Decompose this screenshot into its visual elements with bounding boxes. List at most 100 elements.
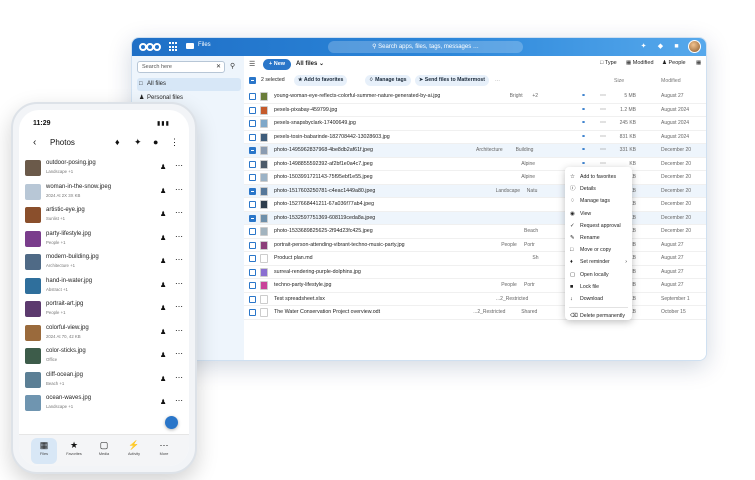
share-icon[interactable]: ♟ — [160, 187, 166, 195]
share-icon[interactable]: ⚭ — [581, 106, 586, 113]
table-row[interactable]: young-woman-eye-reflects-colorful-summer… — [244, 90, 706, 104]
more-icon[interactable]: ⋯ — [175, 232, 183, 241]
nextcloud-logo[interactable] — [139, 41, 161, 53]
menu-item-manage-tags[interactable]: ♢ Manage tags — [565, 195, 632, 207]
row-checkbox[interactable] — [249, 187, 256, 195]
row-checkbox[interactable] — [249, 106, 256, 114]
list-item[interactable]: portrait-art.jpg People +1 ♟ ⋯ — [25, 299, 183, 323]
share-icon[interactable]: ♟ — [160, 234, 166, 242]
filter-people-button[interactable]: ♟ People — [662, 60, 686, 66]
breadcrumb[interactable]: All files ⌄ — [296, 60, 324, 67]
row-checkbox[interactable] — [249, 174, 256, 181]
table-row[interactable]: Product plan.mdSh⚭⋯KBAugust 27 — [244, 252, 706, 266]
file-name[interactable]: photo-1503991721143-75f95ebf1e55.jpeg — [274, 174, 373, 180]
table-row[interactable]: pexels-tosin-babarinde-182708442-1302860… — [244, 131, 706, 144]
files-app-icon[interactable] — [186, 43, 194, 49]
toggle-sidebar-icon[interactable]: ☰ — [249, 60, 255, 68]
file-name[interactable]: Test spreadsheet.xlsx — [274, 296, 325, 302]
user-avatar[interactable] — [688, 40, 701, 53]
table-row[interactable]: photo-1498855592392-af2bf1e0a4c7.jpeg Alp… — [244, 158, 706, 171]
share-icon[interactable]: ♟ — [160, 210, 166, 218]
share-icon[interactable]: ⚭ — [581, 146, 586, 153]
file-name[interactable]: young-woman-eye-reflects-colorful-summer… — [274, 93, 440, 99]
share-icon[interactable]: ♟ — [160, 375, 166, 383]
list-item[interactable]: party-lifestyle.jpg People +1 ♟ ⋯ — [25, 229, 183, 253]
sidebar-search-input[interactable]: Search here ✕ — [137, 61, 225, 73]
menu-item-rename[interactable]: ✎ Rename — [565, 232, 632, 244]
row-actions-icon[interactable]: ⋯ — [600, 160, 606, 167]
more-icon[interactable]: ⋯ — [175, 373, 183, 382]
file-name[interactable]: pexels-tosin-babarinde-182708442-1302860… — [274, 134, 390, 140]
select-all-checkbox[interactable] — [249, 77, 256, 84]
row-checkbox[interactable] — [249, 147, 256, 154]
share-icon[interactable]: ♟ — [160, 281, 166, 289]
share-icon[interactable]: ♟ — [160, 163, 166, 171]
assistant-icon[interactable]: ✦ — [638, 41, 649, 52]
file-name[interactable]: photo-1533689825625-2f94d23fc425.jpeg — [274, 228, 373, 234]
table-row[interactable]: photo-1503991721143-75f95ebf1e55.jpeg Alp… — [244, 171, 706, 185]
file-name[interactable]: photo-1495962837968-4be8db2af61f.jpeg — [274, 147, 373, 153]
tab-favorites[interactable]: ★ Favorites — [61, 438, 87, 464]
list-item[interactable]: woman-in-the-snow.jpeg 2024 At 2X 3X KB ♟ ⋯ — [25, 182, 183, 206]
table-row[interactable]: pexels-snapsbyclark-17400649.jpg ⚭ ⋯ 245 KB… — [244, 117, 706, 131]
row-checkbox[interactable] — [249, 295, 256, 303]
table-row[interactable]: surreal-rendering-purple-dolphins.jpg⚭⋯M… — [244, 266, 706, 279]
table-row[interactable]: photo-1532597751369-608119ceda8a.jpeg⚭⋯K… — [244, 211, 706, 225]
share-icon[interactable]: ♟ — [160, 257, 166, 265]
menu-item-move-or-copy[interactable]: □ Move or copy — [565, 244, 632, 256]
add-fab-button[interactable] — [165, 416, 178, 429]
table-row[interactable]: photo-1533689825625-2f94d23fc425.jpeg Bea… — [244, 225, 706, 239]
back-arrow-icon[interactable]: ‹ — [33, 137, 36, 148]
table-row[interactable]: The Water Conservation Project overview.… — [244, 306, 706, 320]
row-checkbox[interactable] — [249, 120, 256, 127]
share-icon[interactable]: ♟ — [160, 351, 166, 359]
file-name[interactable]: pexels-snapsbyclark-17400649.jpg — [274, 120, 356, 126]
row-actions-icon[interactable]: ⋯ — [600, 146, 606, 153]
row-checkbox[interactable] — [249, 201, 256, 208]
table-row[interactable]: Test spreadsheet.xlsx...2_Restricted⚭⋯6 … — [244, 293, 706, 306]
share-icon[interactable]: ⚭ — [581, 119, 586, 126]
selection-more-icon[interactable]: ⋯ — [495, 78, 500, 84]
table-row[interactable]: pexels-pixabay-459799.jpg ⚭ ⋯ 1.2 MB August … — [244, 104, 706, 117]
more-icon[interactable]: ⋯ — [175, 279, 183, 288]
more-icon[interactable]: ⋯ — [175, 208, 183, 217]
new-button[interactable]: + New — [263, 59, 291, 70]
notifications-icon[interactable]: ♦ — [115, 137, 120, 147]
file-name[interactable]: photo-1517603250781-c4eac1449a80.jpeg — [274, 188, 375, 194]
share-icon[interactable]: ♟ — [160, 304, 166, 312]
row-checkbox[interactable] — [249, 255, 256, 262]
size-column-header[interactable]: Size — [614, 78, 624, 84]
file-name[interactable]: techno-party-lifestyle.jpg — [274, 282, 331, 288]
sidebar-item-all-files[interactable]: □ All files — [137, 78, 241, 91]
file-name[interactable]: pexels-pixabay-459799.jpg — [274, 107, 337, 113]
table-row[interactable]: photo-1495962837968-4be8db2af61f.jpeg Bui… — [244, 144, 706, 158]
table-row[interactable]: portrait-person-attending-vibrant-techno… — [244, 239, 706, 252]
filter-modified-button[interactable]: ▦ Modified — [626, 60, 654, 66]
filter-type-button[interactable]: □ Type — [600, 60, 617, 66]
row-checkbox[interactable] — [249, 309, 256, 316]
sidebar-search-icon[interactable]: ⚲ — [230, 62, 235, 70]
more-icon[interactable]: ⋯ — [175, 255, 183, 264]
row-checkbox[interactable] — [249, 160, 256, 168]
clear-search-icon[interactable]: ✕ — [216, 62, 221, 72]
more-icon[interactable]: ⋯ — [175, 349, 183, 358]
row-actions-icon[interactable]: ⋯ — [600, 119, 606, 126]
list-item[interactable]: hand-in-water.jpg Abstract +1 ♟ ⋯ — [25, 276, 183, 300]
modified-column-header[interactable]: Modified — [661, 78, 681, 84]
row-checkbox[interactable] — [249, 228, 256, 235]
more-icon[interactable]: ⋯ — [175, 161, 183, 170]
menu-item-download[interactable]: ↓ Download — [565, 293, 632, 305]
more-icon[interactable]: ⋯ — [175, 326, 183, 335]
file-name[interactable]: portrait-person-attending-vibrant-techno… — [274, 242, 405, 248]
menu-item-set-reminder[interactable]: ♦ Set reminder › — [565, 256, 632, 268]
tab-files[interactable]: ▦ Files — [31, 438, 57, 464]
file-name[interactable]: surreal-rendering-purple-dolphins.jpg — [274, 269, 361, 275]
menu-item-add-to-favorites[interactable]: ☆ Add to favorites — [565, 171, 632, 183]
row-checkbox[interactable] — [249, 268, 256, 276]
tab-media[interactable]: ▢ Media — [91, 438, 117, 464]
row-actions-icon[interactable]: ⋯ — [600, 133, 606, 140]
contacts-icon[interactable]: ■ — [671, 41, 682, 52]
list-item[interactable]: colorful-view.jpg 2024 At 70, 42 KB ♟ ⋯ — [25, 323, 183, 347]
share-icon[interactable]: ♟ — [160, 328, 166, 336]
more-icon[interactable]: ⋯ — [175, 396, 183, 405]
